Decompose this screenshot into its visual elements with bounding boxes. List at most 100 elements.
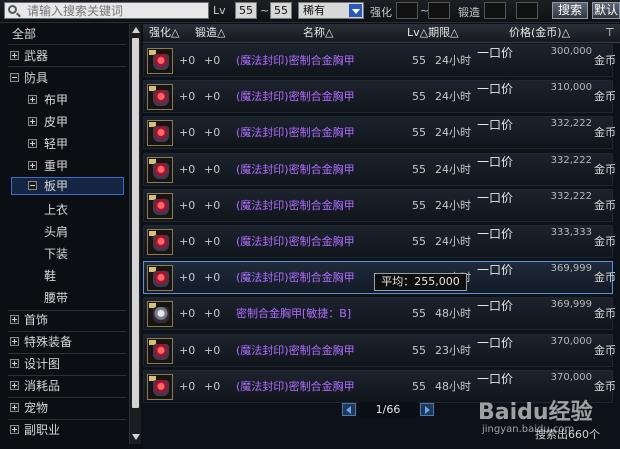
buyout-label: 一口价: [477, 227, 514, 241]
item-slot[interactable]: [147, 301, 173, 328]
header-enhance[interactable]: 强化△: [149, 24, 179, 42]
expand-icon[interactable]: [28, 161, 37, 170]
item-price: 332,222: [550, 154, 592, 166]
item-name[interactable]: (魔法封印)密制合金胸甲: [236, 154, 355, 185]
default-button[interactable]: 默认: [592, 2, 620, 19]
category-top[interactable]: 上衣: [44, 200, 68, 220]
buyout-label: 一口价: [477, 335, 514, 350]
item-slot[interactable]: [147, 192, 173, 219]
item-level: 55: [412, 379, 426, 393]
category-shoes[interactable]: 鞋: [44, 266, 56, 286]
enhance-value: +0: [179, 235, 196, 248]
enhance-max-input[interactable]: [428, 2, 450, 19]
enhance-value: +0: [179, 162, 196, 176]
item-slot[interactable]: [147, 84, 173, 111]
rarity-value: 稀有: [303, 4, 325, 17]
currency-label: 金币: [594, 126, 616, 140]
item-slot[interactable]: [147, 156, 173, 183]
expand-icon[interactable]: [28, 95, 37, 104]
currency-label: 金币: [594, 54, 616, 67]
header-level-period[interactable]: Lv△期限△: [407, 24, 459, 42]
item-name[interactable]: (魔法封印)密制合金胸甲: [236, 117, 355, 148]
collapse-icon[interactable]: [28, 181, 37, 190]
search-button[interactable]: 搜索: [552, 2, 588, 19]
scroll-down-icon[interactable]: [132, 434, 140, 440]
item-period: 24小时: [435, 90, 471, 104]
chest-armor-icon: [153, 343, 169, 360]
item-level: 55: [412, 126, 426, 140]
item-level: 55: [412, 54, 426, 67]
buyout-label: 一口价: [477, 46, 514, 60]
level-min-input[interactable]: 55: [235, 2, 257, 19]
collapse-icon[interactable]: [10, 73, 19, 82]
item-slot[interactable]: [147, 229, 173, 255]
item-level: 55: [412, 90, 426, 104]
item-name[interactable]: (魔法封印)密制合金胸甲: [236, 190, 355, 221]
expand-icon[interactable]: [28, 117, 37, 126]
item-name[interactable]: (魔法封印)密制合金胸甲: [236, 371, 355, 402]
item-name[interactable]: (魔法封印)密制合金胸甲: [236, 81, 355, 112]
item-slot[interactable]: [147, 265, 173, 292]
category-belt[interactable]: 腰带: [44, 288, 68, 308]
expand-icon[interactable]: [10, 381, 19, 390]
scroll-thumb[interactable]: [132, 38, 139, 408]
page-next-button[interactable]: [420, 403, 434, 416]
enhance-value: +0: [179, 343, 196, 357]
search-input[interactable]: [4, 2, 209, 19]
expand-icon[interactable]: [28, 139, 37, 148]
average-price-tooltip: 平均：255,000: [374, 273, 467, 291]
rarity-select[interactable]: 稀有: [298, 2, 364, 19]
scroll-up-icon[interactable]: [132, 27, 140, 33]
category-bottom[interactable]: 下装: [44, 244, 68, 264]
item-period: 24小时: [435, 198, 471, 212]
header-forge[interactable]: 锻造△: [195, 24, 225, 42]
result-count: 搜索出660个: [535, 428, 600, 441]
buyout-label: 一口价: [477, 263, 514, 278]
item-level: 55: [412, 162, 426, 176]
item-name[interactable]: (魔法封印)密制合金胸甲: [236, 45, 355, 76]
expand-icon[interactable]: [10, 425, 19, 434]
expand-icon[interactable]: [10, 51, 19, 60]
category-shoulder[interactable]: 头肩: [44, 222, 68, 242]
item-name[interactable]: 密制合金胸甲[敏捷：B]: [236, 298, 351, 329]
forge-value: +0: [204, 343, 221, 357]
enhance-min-input[interactable]: [396, 2, 418, 19]
pin-icon[interactable]: ⊤: [605, 24, 615, 42]
chest-armor-icon: [153, 54, 169, 70]
currency-label: 金币: [594, 379, 616, 393]
header-name[interactable]: 名称△: [303, 24, 333, 42]
chevron-down-icon[interactable]: [349, 4, 362, 17]
expand-icon[interactable]: [10, 403, 19, 412]
item-level: 55: [412, 343, 426, 357]
item-slot[interactable]: [147, 373, 173, 400]
page-indicator: 1/66: [358, 402, 418, 418]
forge-value: +0: [204, 307, 221, 321]
category-all[interactable]: 全部: [12, 24, 36, 44]
item-slot[interactable]: [147, 48, 173, 74]
expand-icon[interactable]: [10, 315, 19, 324]
currency-label: 金币: [594, 307, 616, 321]
chest-armor-icon: [153, 379, 169, 396]
item-slot[interactable]: [147, 337, 173, 364]
forge-max-input[interactable]: [516, 2, 538, 19]
item-slot[interactable]: [147, 120, 173, 147]
expand-icon[interactable]: [10, 359, 19, 368]
item-name[interactable]: (魔法封印)密制合金胸甲: [236, 226, 355, 257]
enhance-value: +0: [179, 54, 196, 67]
forge-min-input[interactable]: [484, 2, 506, 19]
item-price: 370,000: [550, 335, 592, 347]
currency-label: 金币: [594, 235, 616, 248]
buyout-label: 一口价: [477, 82, 514, 97]
item-name[interactable]: (魔法封印)密制合金胸甲: [236, 262, 355, 293]
item-name[interactable]: (魔法封印)密制合金胸甲: [236, 335, 355, 366]
level-max-input[interactable]: 55: [270, 2, 292, 19]
enhance-value: +0: [179, 379, 196, 393]
expand-icon[interactable]: [10, 337, 19, 346]
forge-value: +0: [204, 126, 221, 140]
category-scrollbar[interactable]: [129, 24, 141, 444]
page-prev-button[interactable]: [342, 403, 356, 416]
divider: [8, 44, 126, 45]
item-period: 24小时: [435, 126, 471, 140]
item-period: 48小时: [435, 379, 471, 393]
table-row[interactable]: +0 +0 (魔法封印)密制合金胸甲 55 48小时 一口价 370,000 金币: [143, 369, 616, 403]
